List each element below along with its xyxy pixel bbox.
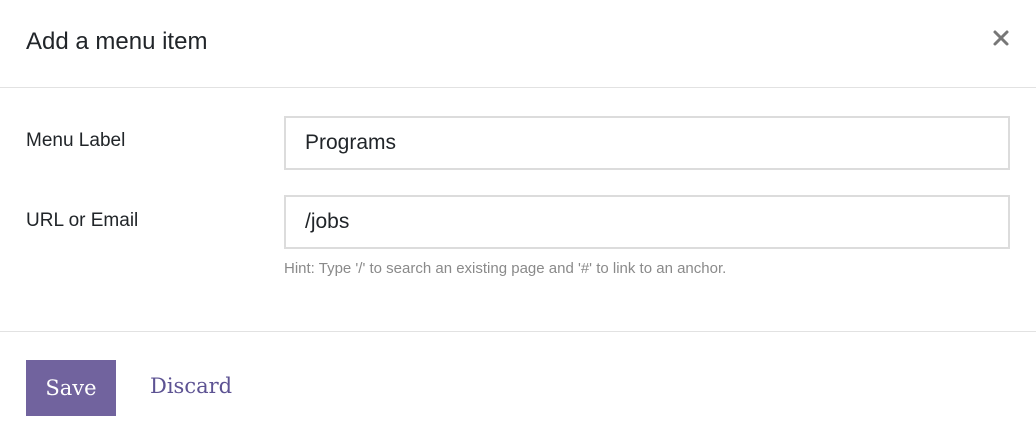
menu-label-input[interactable] xyxy=(284,116,1010,170)
dialog-header: Add a menu item xyxy=(0,0,1036,88)
dialog-body: Menu Label URL or Email Hint: Type '/' t… xyxy=(0,89,1036,332)
add-menu-item-dialog: Add a menu item Menu Label URL or Email … xyxy=(0,0,1036,438)
discard-button[interactable]: Discard xyxy=(150,372,232,400)
close-icon[interactable] xyxy=(986,22,1016,52)
menu-label-label: Menu Label xyxy=(26,130,126,151)
url-label: URL or Email xyxy=(26,210,139,231)
dialog-footer: Save Discard xyxy=(0,332,1036,438)
url-input[interactable] xyxy=(284,195,1010,249)
save-button[interactable]: Save xyxy=(26,360,116,416)
dialog-title: Add a menu item xyxy=(26,28,208,55)
url-hint: Hint: Type '/' to search an existing pag… xyxy=(284,260,727,277)
